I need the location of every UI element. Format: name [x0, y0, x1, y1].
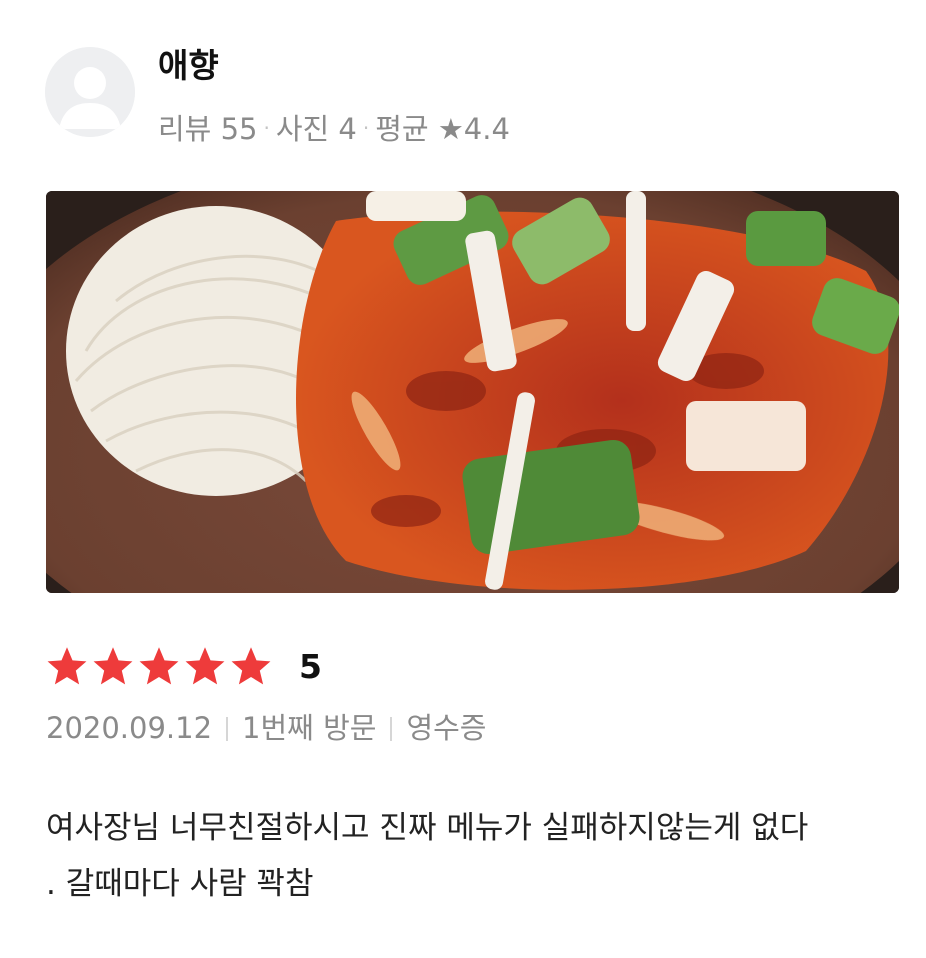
review-text: 여사장님 너무친절하시고 진짜 메뉴가 실패하지않는게 없다 . 갈때마다 사람…	[46, 800, 906, 912]
review-text-line: 여사장님 너무친절하시고 진짜 메뉴가 실패하지않는게 없다	[46, 810, 809, 846]
avatar[interactable]	[45, 47, 135, 137]
review-count: 리뷰 55	[158, 112, 258, 146]
star-icon	[47, 647, 87, 685]
review-meta: 2020.09.12 1번째 방문 영수증	[46, 708, 486, 748]
rating-row: 5	[45, 640, 322, 692]
user-stats: 리뷰 55 · 사진 4 · 평균 ★4.4	[158, 108, 510, 149]
separator-dot: ·	[263, 116, 270, 140]
receipt-badge: 영수증	[406, 711, 487, 745]
star-icon	[139, 647, 179, 685]
divider	[390, 717, 393, 741]
separator-dot: ·	[362, 116, 370, 140]
review-text-line: . 갈때마다 사람 꽉참	[46, 866, 314, 902]
photo-count: 사진 4	[275, 112, 357, 146]
user-name[interactable]: 애향	[158, 46, 219, 86]
visit-count: 1번째 방문	[242, 711, 377, 745]
rating-value: 5	[299, 646, 322, 686]
star-icon	[231, 647, 271, 685]
divider	[226, 717, 229, 741]
default-user-icon	[45, 47, 135, 137]
average-rating: 평균 ★4.4	[375, 112, 510, 146]
review-photo[interactable]	[46, 191, 899, 593]
star-icon	[93, 647, 133, 685]
review-date: 2020.09.12	[46, 711, 213, 745]
star-icon	[185, 647, 225, 685]
